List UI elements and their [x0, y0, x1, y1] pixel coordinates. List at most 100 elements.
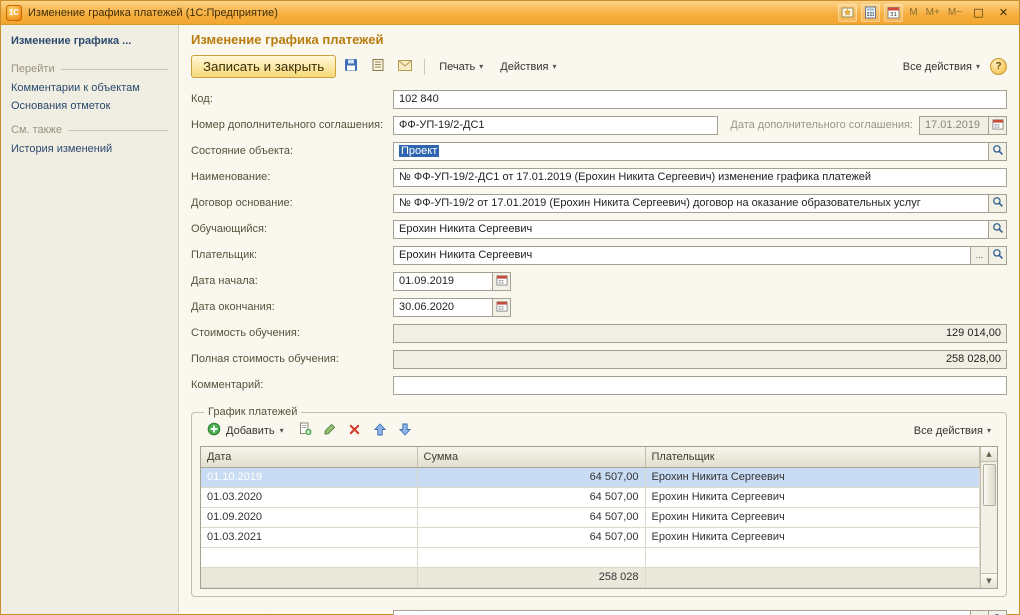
form-row-contract: Договор основание: [191, 190, 1007, 216]
cell-payer[interactable]: Ерохин Никита Сергеевич [645, 527, 980, 547]
date-end-field[interactable] [393, 298, 493, 317]
edit-row-button[interactable] [319, 421, 341, 441]
cell-sum[interactable]: 64 507,00 [417, 467, 645, 487]
title-bar: 1С Изменение графика платежей (1С:Предпр… [1, 1, 1019, 25]
comment-field[interactable] [393, 376, 1007, 395]
cell-payer[interactable]: Ерохин Никита Сергеевич [645, 487, 980, 507]
cell-date[interactable]: 01.03.2020 [201, 487, 417, 507]
scroll-up-button[interactable]: ▲ [981, 447, 997, 462]
table-row[interactable]: 01.03.2021 64 507,00 Ерохин Никита Серге… [201, 527, 980, 547]
payer-field[interactable] [393, 246, 971, 265]
calendar-icon[interactable]: 31 [884, 4, 903, 22]
student-label: Обучающийся: [191, 223, 393, 235]
agreement-number-field[interactable] [393, 116, 718, 135]
responsible-lookup-button[interactable] [989, 610, 1007, 615]
red-x-icon [349, 424, 360, 438]
column-header-date[interactable]: Дата [201, 447, 417, 467]
actions-menu-button[interactable]: Действия ▾ [493, 58, 563, 76]
form-row-comment: Комментарий: [191, 372, 1007, 398]
move-up-button[interactable] [369, 421, 391, 441]
cell-payer[interactable]: Ерохин Никита Сергеевич [645, 507, 980, 527]
help-button[interactable]: ? [990, 58, 1007, 75]
agreement-date-calendar-button[interactable] [989, 116, 1007, 135]
add-row-button[interactable]: Добавить ▾ [200, 420, 291, 441]
maximize-button[interactable]: □ [968, 4, 989, 22]
schedule-table-zone: Дата Сумма Плательщик 01.10.2019 64 507,… [200, 446, 998, 589]
contract-field[interactable] [393, 194, 989, 213]
save-button[interactable] [339, 56, 363, 78]
payer-select-button[interactable]: ... [971, 246, 989, 265]
all-actions-menu-button[interactable]: Все действия ▾ [896, 58, 987, 76]
date-end-calendar-button[interactable] [493, 298, 511, 317]
chevron-down-icon: ▾ [479, 62, 483, 71]
add-copy-button[interactable] [294, 421, 316, 441]
chevron-down-icon: ▾ [987, 426, 991, 435]
cell-date[interactable]: 01.10.2019 [201, 467, 417, 487]
payment-schedule-group: График платежей Добавить ▾ [191, 406, 1007, 597]
sidebar-current-item[interactable]: Изменение графика ... [11, 35, 168, 47]
print-menu-button[interactable]: Печать ▾ [432, 58, 490, 76]
cell-payer[interactable]: Ерохин Никита Сергеевич [645, 467, 980, 487]
responsible-field[interactable] [393, 610, 971, 615]
pencil-icon [323, 423, 336, 439]
memory-m-button[interactable]: М [907, 7, 919, 18]
main-content: Изменение графика платежей Записать и за… [179, 25, 1019, 614]
cell-date[interactable]: 01.03.2021 [201, 527, 417, 547]
state-label: Состояние объекта: [191, 145, 393, 157]
scrollbar-thumb[interactable] [983, 464, 996, 506]
agreement-number-label: Номер дополнительного соглашения: [191, 119, 393, 131]
cell-date[interactable]: 01.09.2020 [201, 507, 417, 527]
name-field[interactable] [393, 168, 1007, 187]
student-lookup-button[interactable] [989, 220, 1007, 239]
code-field[interactable] [393, 90, 1007, 109]
form-row-responsible: Ответственный: ... [191, 607, 1007, 615]
save-and-close-button[interactable]: Записать и закрыть [191, 55, 336, 78]
cell-sum[interactable]: 64 507,00 [417, 527, 645, 547]
responsible-select-button[interactable]: ... [971, 610, 989, 615]
state-field[interactable]: Проект [393, 142, 989, 161]
magnifier-icon [992, 248, 1004, 262]
1c-logo-icon: 1С [6, 5, 22, 21]
date-start-field[interactable] [393, 272, 493, 291]
sidebar-link-comments[interactable]: Комментарии к объектам [11, 82, 168, 94]
send-mail-button[interactable] [393, 56, 417, 78]
table-vertical-scrollbar[interactable]: ▲ ▼ [980, 447, 997, 588]
add-row-label: Добавить [226, 425, 275, 437]
column-header-payer[interactable]: Плательщик [645, 447, 980, 467]
move-down-button[interactable] [394, 421, 416, 441]
table-row[interactable]: 01.10.2019 64 507,00 Ерохин Никита Серге… [201, 467, 980, 487]
cell-sum[interactable]: 64 507,00 [417, 507, 645, 527]
cell-sum[interactable]: 64 507,00 [417, 487, 645, 507]
form-row-cost: Стоимость обучения: [191, 320, 1007, 346]
student-field[interactable] [393, 220, 989, 239]
state-lookup-button[interactable] [989, 142, 1007, 161]
floppy-icon [344, 58, 358, 75]
chevron-down-icon: ▾ [280, 426, 284, 435]
favorites-star-icon[interactable] [838, 4, 857, 22]
payer-lookup-button[interactable] [989, 246, 1007, 265]
app-window: 1С Изменение графика платежей (1С:Предпр… [0, 0, 1020, 615]
delete-row-button[interactable] [344, 421, 366, 441]
date-start-calendar-button[interactable] [493, 272, 511, 291]
sidebar-link-history[interactable]: История изменений [11, 143, 168, 155]
table-row[interactable]: 01.03.2020 64 507,00 Ерохин Никита Серге… [201, 487, 980, 507]
form-row-full-cost: Полная стоимость обучения: [191, 346, 1007, 372]
calculator-icon[interactable] [861, 4, 880, 22]
column-header-sum[interactable]: Сумма [417, 447, 645, 467]
post-document-button[interactable] [366, 56, 390, 78]
date-start-label: Дата начала: [191, 275, 393, 287]
sidebar-section-see-also: См. также [11, 124, 168, 136]
schedule-all-actions-button[interactable]: Все действия ▾ [907, 422, 998, 440]
scroll-down-button[interactable]: ▼ [981, 573, 997, 588]
memory-m-minus-button[interactable]: М− [946, 7, 964, 18]
form-row-name: Наименование: [191, 164, 1007, 190]
plus-circle-icon [207, 422, 221, 439]
table-row[interactable]: 01.09.2020 64 507,00 Ерохин Никита Серге… [201, 507, 980, 527]
contract-lookup-button[interactable] [989, 194, 1007, 213]
table-header-row: Дата Сумма Плательщик [201, 447, 980, 467]
schedule-all-actions-label: Все действия [914, 425, 983, 437]
close-button[interactable]: ✕ [993, 4, 1014, 22]
sidebar-link-grounds[interactable]: Основания отметок [11, 100, 168, 112]
payment-schedule-group-title: График платежей [204, 406, 301, 418]
memory-m-plus-button[interactable]: М+ [924, 7, 942, 18]
